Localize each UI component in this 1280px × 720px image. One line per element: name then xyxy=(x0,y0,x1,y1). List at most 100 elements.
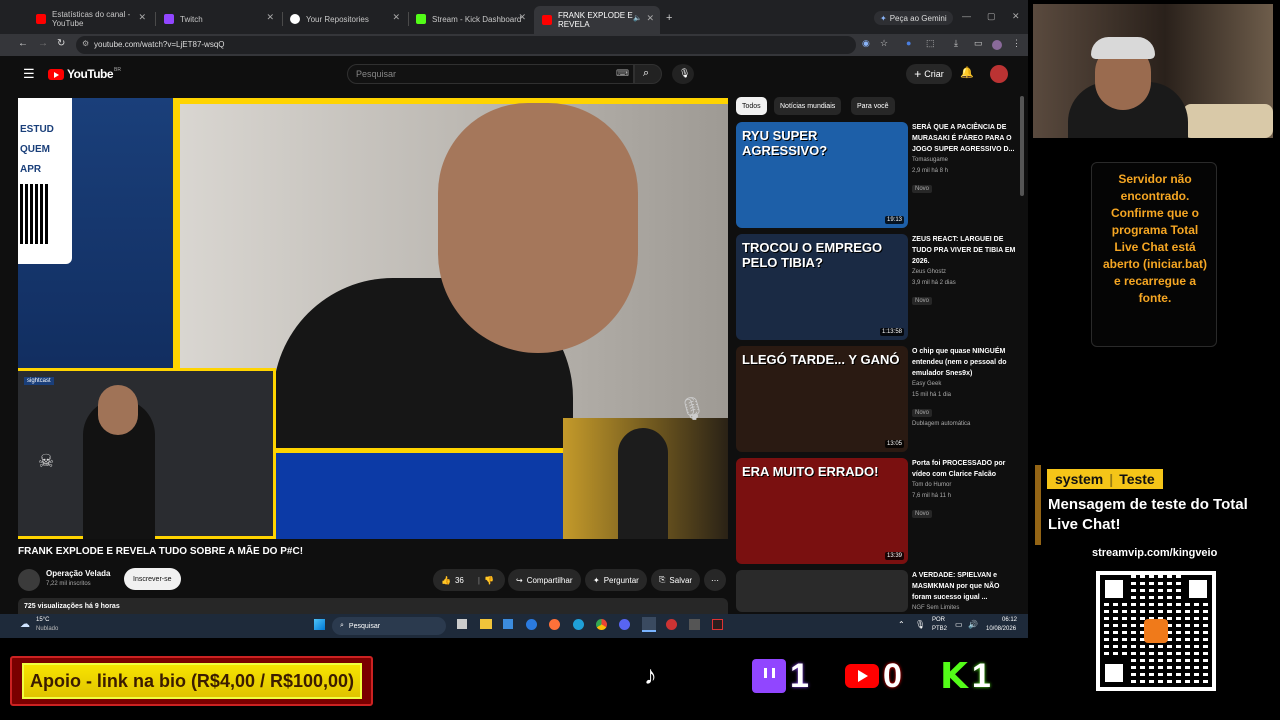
hamburger-menu-icon[interactable]: ☰ xyxy=(23,66,35,82)
extension-icon[interactable]: ● xyxy=(906,38,911,48)
menu-dots-icon[interactable]: ⋮ xyxy=(1012,38,1021,49)
app-icon[interactable] xyxy=(712,619,723,630)
subscribe-button[interactable]: Inscrever-se xyxy=(124,568,181,590)
discord-icon[interactable] xyxy=(619,619,630,630)
ask-button[interactable]: ✦ Perguntar xyxy=(585,569,647,591)
recommended-video[interactable]: LLEGÓ TARDE... Y GANÓ 13:05 O chip que qua… xyxy=(736,346,1021,454)
keyboard-icon[interactable]: ⌨ xyxy=(616,68,629,79)
chip-all[interactable]: Todos xyxy=(736,97,767,115)
close-icon[interactable]: ✕ xyxy=(266,12,274,23)
chrome-icon[interactable] xyxy=(596,619,607,630)
window-close-icon[interactable]: ✕ xyxy=(1012,11,1020,22)
like-icon[interactable]: 👍 xyxy=(441,576,451,585)
channel-avatar[interactable] xyxy=(18,569,40,591)
minimize-icon[interactable]: — xyxy=(962,11,971,21)
more-dots-icon: ⋯ xyxy=(711,575,719,585)
profile-avatar[interactable] xyxy=(992,40,1002,50)
recommended-video[interactable]: TROCOU O EMPREGO PELO TIBIA? 1:13:58 ZEUS … xyxy=(736,234,1021,342)
back-icon[interactable]: ← xyxy=(18,38,28,49)
create-button[interactable]: + Criar xyxy=(906,64,952,84)
notifications-bell-icon[interactable]: 🔔 xyxy=(960,66,974,79)
close-icon[interactable]: ✕ xyxy=(646,13,654,24)
new-badge: Novo xyxy=(912,185,933,193)
search-input[interactable]: Pesquisar ⌨ xyxy=(347,64,634,84)
recommended-channel: Zeus Ghostz xyxy=(912,269,947,275)
maximize-icon[interactable]: ▢ xyxy=(987,11,996,22)
tray-mic-icon[interactable]: 🎙 xyxy=(915,620,925,629)
mail-icon[interactable] xyxy=(526,619,537,630)
close-icon[interactable]: ✕ xyxy=(138,12,146,23)
recommended-title[interactable]: SERÁ QUE A PACIÊNCIA DE MURASAKI É PÁREO… xyxy=(912,122,1016,155)
recommended-title[interactable]: Porta foi PROCESSADO por vídeo com Clari… xyxy=(912,458,1016,480)
recommended-title[interactable]: O chip que quase NINGUÉM entendeu (nem o… xyxy=(912,346,1016,379)
sidebar-scrollbar[interactable] xyxy=(1020,96,1024,196)
recommended-video[interactable]: RYU SUPER AGRESSIVO? 19:13 SERÁ QUE A PACI… xyxy=(736,122,1021,230)
new-badge: Novo xyxy=(912,297,933,305)
gemini-icon: ✦ xyxy=(880,13,887,23)
video-banner-card: ESTUD QUEM APR xyxy=(18,98,72,264)
save-button[interactable]: ⎘ Salvar xyxy=(651,569,701,591)
youtube-logo[interactable]: YouTube BR xyxy=(48,67,121,81)
tab-github[interactable]: Your Repositories ✕ xyxy=(282,8,406,30)
channel-name[interactable]: Operação Velada xyxy=(46,569,110,578)
start-button[interactable] xyxy=(314,619,325,630)
youtube-favicon-icon xyxy=(542,15,552,25)
more-actions-button[interactable]: ⋯ xyxy=(704,569,726,591)
app-icon[interactable] xyxy=(666,619,677,630)
active-app-icon[interactable] xyxy=(642,617,656,632)
chip-for-you[interactable]: Para você xyxy=(851,97,895,115)
video-pip-left: sightcast ☠ xyxy=(18,368,276,539)
translate-icon[interactable]: ◉ xyxy=(862,38,870,49)
recommended-title[interactable]: A VERDADE: SPIELVAN e MASMKMAN por que N… xyxy=(912,570,1016,603)
file-explorer-icon[interactable] xyxy=(480,619,492,629)
cast-icon[interactable]: ▭ xyxy=(974,38,983,49)
pip-host-face xyxy=(98,385,138,435)
search-button[interactable]: ⌕ xyxy=(634,64,662,84)
video-player[interactable]: ESTUD QUEM APR sightcast ☠ 🎙 xyxy=(18,98,728,539)
youtube-logo-icon xyxy=(845,664,879,688)
tray-chevron-icon[interactable]: ⌃ xyxy=(898,620,905,629)
video-thumbnail[interactable]: TROCOU O EMPREGO PELO TIBIA? 1:13:58 xyxy=(736,234,908,340)
taskbar-search[interactable]: ⌕ Pesquisar xyxy=(332,617,446,635)
site-info-icon[interactable]: ⚙ xyxy=(82,39,89,48)
bookmark-star-icon[interactable]: ☆ xyxy=(880,38,888,49)
download-icon[interactable]: ⤓ xyxy=(954,38,958,49)
reload-icon[interactable]: ↻ xyxy=(57,38,65,49)
share-icon: ↪ xyxy=(516,575,523,585)
voice-search-button[interactable]: 🎙 xyxy=(672,64,694,84)
tab-active-video[interactable]: FRANK EXPLODE E REVELA 🔈 ✕ xyxy=(534,6,660,34)
url-field[interactable]: ⚙ youtube.com/watch?v=LjET87-wsqQ xyxy=(76,36,856,54)
store-icon[interactable] xyxy=(503,619,513,629)
chip-world-news[interactable]: Notícias mundiais xyxy=(774,97,842,115)
video-thumbnail[interactable]: ERA MUITO ERRADO! 13:39 xyxy=(736,458,908,564)
edge-icon[interactable] xyxy=(573,619,584,630)
video-thumbnail[interactable]: LLEGÓ TARDE... Y GANÓ 13:05 xyxy=(736,346,908,452)
description-box[interactable]: 725 visualizações há 9 horas xyxy=(18,598,728,614)
volume-icon[interactable]: 🔊 xyxy=(968,620,978,629)
webcam-couch xyxy=(1183,104,1273,138)
video-thumbnail[interactable]: RYU SUPER AGRESSIVO? 19:13 xyxy=(736,122,908,228)
tab-kick[interactable]: Stream - Kick Dashboard ✕ xyxy=(408,8,532,30)
extensions-puzzle-icon[interactable]: ⬚ xyxy=(926,38,935,49)
tab-twitch[interactable]: Twitch ✕ xyxy=(156,8,280,30)
task-view-icon[interactable] xyxy=(457,619,467,629)
dislike-icon[interactable]: 👎 xyxy=(484,576,494,585)
recommended-title[interactable]: ZEUS REACT: LARGUEI DE TUDO PRA VIVER DE… xyxy=(912,234,1016,267)
forward-icon[interactable]: → xyxy=(38,38,48,49)
network-icon[interactable]: ▭ xyxy=(955,620,963,629)
firefox-icon[interactable] xyxy=(549,619,560,630)
recommended-meta: 15 mil há 1 dia xyxy=(912,392,952,398)
share-button[interactable]: ↪ Compartilhar xyxy=(508,569,581,591)
app-icon[interactable] xyxy=(689,619,700,630)
recommended-video[interactable]: ERA MUITO ERRADO! 13:39 Porta foi PROCESSA… xyxy=(736,458,1021,566)
tab-youtube-studio[interactable]: Estatísticas do canal - YouTube ✕ xyxy=(28,8,152,30)
close-icon[interactable]: ✕ xyxy=(392,12,400,23)
close-icon[interactable]: ✕ xyxy=(518,12,526,23)
new-tab-icon[interactable]: + xyxy=(666,12,672,24)
windows-taskbar: ☁ 15°C Nublado ⌕ Pesquisar ⌃ 🎙 POR PTB2 … xyxy=(0,614,1028,638)
account-avatar[interactable] xyxy=(990,65,1008,83)
gemini-button[interactable]: ✦ Peça ao Gemini xyxy=(874,11,953,25)
speaker-icon[interactable]: 🔈 xyxy=(633,14,642,22)
video-thumbnail[interactable] xyxy=(736,570,908,612)
stream-url-label: streamvip.com/kingveio xyxy=(1092,547,1218,559)
